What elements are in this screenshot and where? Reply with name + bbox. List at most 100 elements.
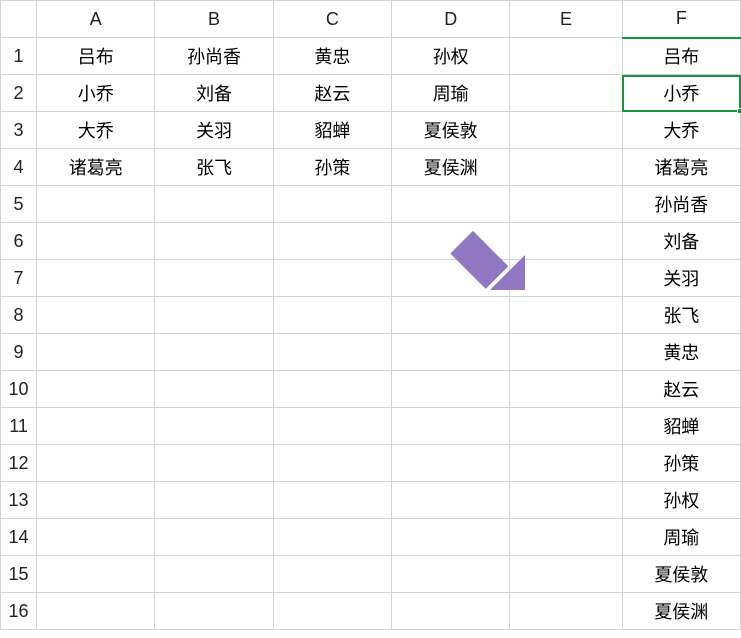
col-header-F[interactable]: F — [622, 1, 740, 38]
cell-E2[interactable] — [510, 75, 622, 112]
cell-E6[interactable] — [510, 223, 622, 260]
cell-C15[interactable] — [273, 556, 391, 593]
cell-D7[interactable] — [392, 260, 510, 297]
cell-F6[interactable]: 刘备 — [622, 223, 740, 260]
cell-A12[interactable] — [37, 445, 155, 482]
cell-A10[interactable] — [37, 371, 155, 408]
cell-A15[interactable] — [37, 556, 155, 593]
cell-C4[interactable]: 孙策 — [273, 149, 391, 186]
cell-A8[interactable] — [37, 297, 155, 334]
cell-D16[interactable] — [392, 593, 510, 630]
cell-F8[interactable]: 张飞 — [622, 297, 740, 334]
cell-D8[interactable] — [392, 297, 510, 334]
cell-C2[interactable]: 赵云 — [273, 75, 391, 112]
cell-B1[interactable]: 孙尚香 — [155, 38, 273, 75]
cell-F10[interactable]: 赵云 — [622, 371, 740, 408]
cell-F15[interactable]: 夏侯敦 — [622, 556, 740, 593]
cell-F13[interactable]: 孙权 — [622, 482, 740, 519]
cell-B12[interactable] — [155, 445, 273, 482]
cell-C5[interactable] — [273, 186, 391, 223]
cell-A14[interactable] — [37, 519, 155, 556]
cell-A5[interactable] — [37, 186, 155, 223]
row-header-3[interactable]: 3 — [1, 112, 37, 149]
cell-B3[interactable]: 关羽 — [155, 112, 273, 149]
cell-E3[interactable] — [510, 112, 622, 149]
cell-A16[interactable] — [37, 593, 155, 630]
row-header-1[interactable]: 1 — [1, 38, 37, 75]
cell-E4[interactable] — [510, 149, 622, 186]
cell-F2[interactable]: 小乔 — [622, 75, 740, 112]
cell-A1[interactable]: 吕布 — [37, 38, 155, 75]
cell-C8[interactable] — [273, 297, 391, 334]
cell-A13[interactable] — [37, 482, 155, 519]
cell-C9[interactable] — [273, 334, 391, 371]
row-header-11[interactable]: 11 — [1, 408, 37, 445]
cell-C1[interactable]: 黄忠 — [273, 38, 391, 75]
spreadsheet-grid[interactable]: A B C D E F 1吕布孙尚香黄忠孙权吕布2小乔刘备赵云周瑜小乔3大乔关羽… — [0, 0, 741, 630]
cell-D6[interactable] — [392, 223, 510, 260]
cell-A3[interactable]: 大乔 — [37, 112, 155, 149]
cell-D14[interactable] — [392, 519, 510, 556]
row-header-16[interactable]: 16 — [1, 593, 37, 630]
row-header-6[interactable]: 6 — [1, 223, 37, 260]
cell-A7[interactable] — [37, 260, 155, 297]
cell-E8[interactable] — [510, 297, 622, 334]
col-header-E[interactable]: E — [510, 1, 622, 38]
cell-D11[interactable] — [392, 408, 510, 445]
cell-C3[interactable]: 貂蝉 — [273, 112, 391, 149]
cell-C12[interactable] — [273, 445, 391, 482]
corner-select-all[interactable] — [1, 1, 37, 38]
cell-C6[interactable] — [273, 223, 391, 260]
cell-B4[interactable]: 张飞 — [155, 149, 273, 186]
cell-B13[interactable] — [155, 482, 273, 519]
cell-E9[interactable] — [510, 334, 622, 371]
cell-F7[interactable]: 关羽 — [622, 260, 740, 297]
row-header-10[interactable]: 10 — [1, 371, 37, 408]
cell-D13[interactable] — [392, 482, 510, 519]
row-header-9[interactable]: 9 — [1, 334, 37, 371]
cell-E7[interactable] — [510, 260, 622, 297]
cell-B14[interactable] — [155, 519, 273, 556]
cell-B7[interactable] — [155, 260, 273, 297]
cell-E10[interactable] — [510, 371, 622, 408]
cell-B5[interactable] — [155, 186, 273, 223]
cell-B9[interactable] — [155, 334, 273, 371]
cell-E5[interactable] — [510, 186, 622, 223]
cell-B11[interactable] — [155, 408, 273, 445]
cell-D5[interactable] — [392, 186, 510, 223]
col-header-A[interactable]: A — [37, 1, 155, 38]
cell-E1[interactable] — [510, 38, 622, 75]
cell-E11[interactable] — [510, 408, 622, 445]
row-header-5[interactable]: 5 — [1, 186, 37, 223]
cell-C7[interactable] — [273, 260, 391, 297]
col-header-B[interactable]: B — [155, 1, 273, 38]
cell-F4[interactable]: 诸葛亮 — [622, 149, 740, 186]
cell-F14[interactable]: 周瑜 — [622, 519, 740, 556]
fill-handle[interactable] — [737, 108, 741, 114]
cell-D15[interactable] — [392, 556, 510, 593]
cell-A6[interactable] — [37, 223, 155, 260]
row-header-13[interactable]: 13 — [1, 482, 37, 519]
col-header-D[interactable]: D — [392, 1, 510, 38]
cell-F12[interactable]: 孙策 — [622, 445, 740, 482]
cell-A11[interactable] — [37, 408, 155, 445]
cell-E13[interactable] — [510, 482, 622, 519]
row-header-7[interactable]: 7 — [1, 260, 37, 297]
cell-E15[interactable] — [510, 556, 622, 593]
cell-F9[interactable]: 黄忠 — [622, 334, 740, 371]
row-header-2[interactable]: 2 — [1, 75, 37, 112]
cell-D1[interactable]: 孙权 — [392, 38, 510, 75]
cell-D12[interactable] — [392, 445, 510, 482]
cell-D10[interactable] — [392, 371, 510, 408]
row-header-4[interactable]: 4 — [1, 149, 37, 186]
cell-B2[interactable]: 刘备 — [155, 75, 273, 112]
cell-F5[interactable]: 孙尚香 — [622, 186, 740, 223]
cell-F1[interactable]: 吕布 — [622, 38, 740, 75]
row-header-8[interactable]: 8 — [1, 297, 37, 334]
row-header-15[interactable]: 15 — [1, 556, 37, 593]
cell-C10[interactable] — [273, 371, 391, 408]
cell-F3[interactable]: 大乔 — [622, 112, 740, 149]
cell-B8[interactable] — [155, 297, 273, 334]
cell-C11[interactable] — [273, 408, 391, 445]
cell-B10[interactable] — [155, 371, 273, 408]
